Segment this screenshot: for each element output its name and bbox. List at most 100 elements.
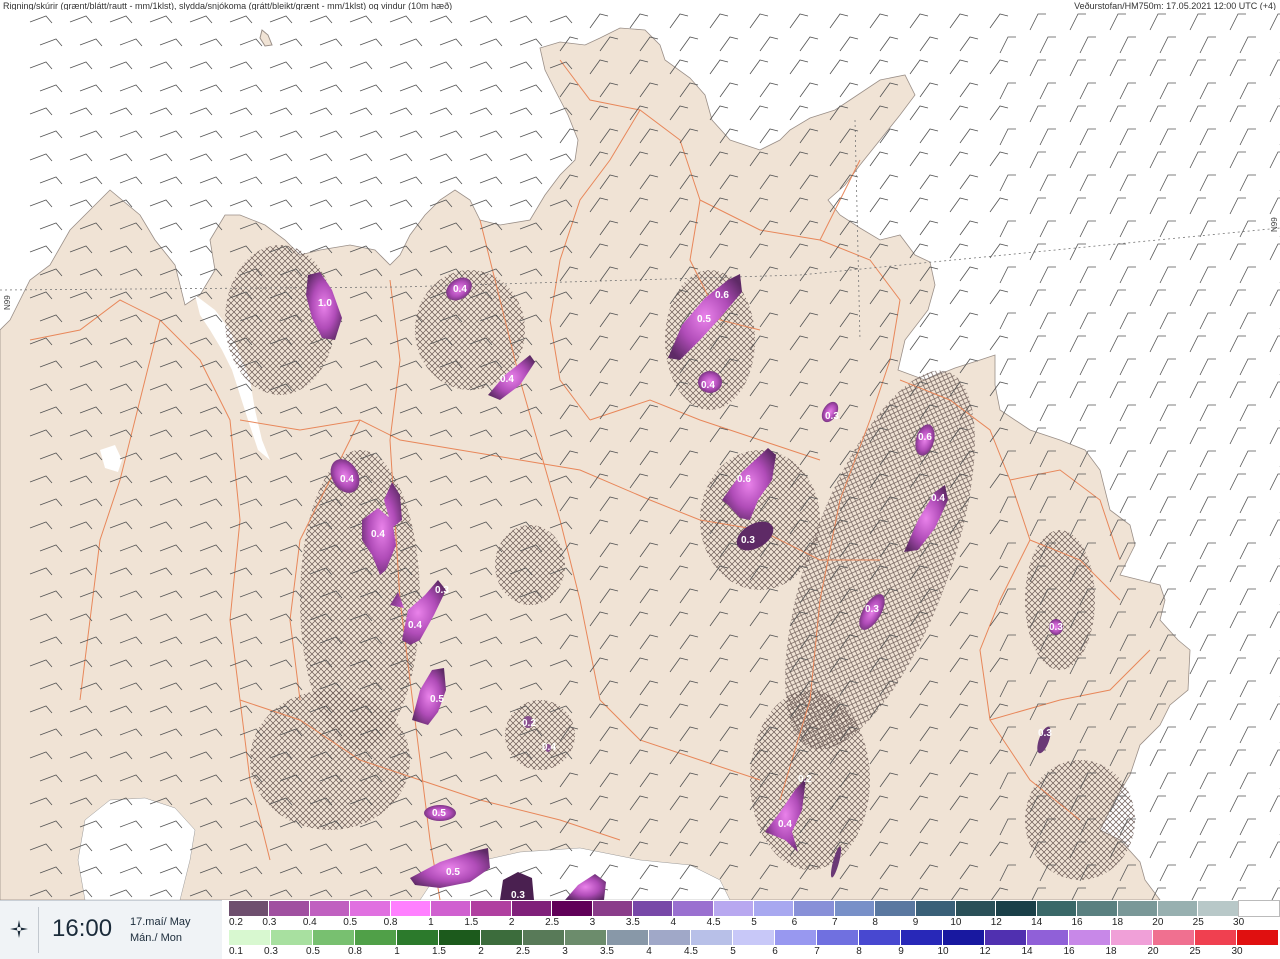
legend-sleet-label: 18 [1111, 917, 1124, 928]
legend-sleet-swatch [956, 901, 997, 916]
legend-rain-swatch [397, 930, 439, 945]
legend-rain-label: 2.5 [516, 946, 530, 957]
legend-rain-swatch [313, 930, 355, 945]
legend-sleet-swatch [1198, 901, 1239, 916]
legend-rain-label: 25 [1189, 946, 1201, 957]
legend-rain-label: 9 [898, 946, 904, 957]
legend-sleet-label: 30 [1233, 917, 1245, 928]
precip-label: 0.4 [340, 474, 354, 485]
precip-label: 0.5 [446, 867, 460, 878]
legend-sleet-label: 2.5 [545, 917, 560, 928]
legend-sleet-swatch [592, 901, 633, 916]
precip-label: 0.3 [1038, 728, 1052, 739]
legend-rain-swatch [649, 930, 691, 945]
legend-rain-swatch [271, 930, 313, 945]
legend-sleet-swatch [713, 901, 755, 916]
legend-sleet-label: 1.5 [464, 917, 479, 928]
legend-rain-swatch [607, 930, 649, 945]
legend-sleet-swatch [471, 901, 512, 916]
legend-sleet-label: 20 [1152, 917, 1164, 928]
legend-rain-label: 1.5 [432, 946, 446, 957]
legend-sleet-label: 8 [872, 917, 878, 928]
legend-rain-label: 5 [730, 946, 736, 957]
precip-label: 0.2 [798, 774, 812, 785]
legend-sleet-swatch [1237, 900, 1280, 917]
legend-sleet-swatch [552, 901, 593, 916]
legend-sleet-label: 1 [428, 917, 434, 928]
legend-sleet-label: 4 [670, 917, 676, 928]
precip-label: 0.4 [701, 380, 715, 391]
legend-rain-swatch [565, 930, 607, 945]
legend-rain-swatch [1027, 930, 1069, 945]
legend-sleet-label: 7 [831, 917, 838, 928]
legend-rain-label: 12 [979, 946, 991, 957]
legend-rain-swatch [481, 930, 523, 945]
legend-rain-swatch [859, 930, 901, 945]
legend-sleet-swatch [430, 901, 472, 916]
precip-label: 0.3 [435, 585, 449, 596]
legend-sleet-swatch [309, 901, 351, 916]
legend-rain-label: 10 [937, 946, 949, 957]
legend-rain: 0.1 0.3 0.5 0.8 1 1.5 2 2.5 3 3.5 4 4.5 5 6 7 8 9 10 12 14 1… [229, 930, 1279, 957]
legend-rain-label: 3.5 [600, 946, 614, 957]
forecast-time: 16:00 [52, 915, 113, 942]
legend-sleet-label: 0.8 [383, 917, 398, 928]
legend-rain-label: 6 [772, 946, 778, 957]
precip-label: 0.6 [737, 474, 751, 485]
legend-rain-label: 1 [394, 946, 400, 957]
latitude-label-left: N99 [3, 295, 12, 310]
precip-label: 0.3 [741, 535, 755, 546]
legend-sleet-swatch [794, 901, 835, 916]
latitude-label-right: N99 [1270, 217, 1279, 232]
legend-rain-swatch [985, 930, 1027, 945]
legend-rain-label: 7 [814, 946, 820, 957]
legend-rain-swatch [901, 930, 943, 945]
legend-sleet-label: 0.5 [343, 917, 358, 928]
legend-sleet-label: 4.5 [706, 917, 721, 928]
legend-rain-label: 0.8 [348, 946, 362, 957]
time-divider [38, 907, 39, 953]
legend-rain-swatch [1195, 930, 1237, 945]
precip-label: 0.3 [1049, 622, 1063, 633]
legend-sleet-label: 3.5 [625, 917, 640, 928]
legend-rain-swatch [1111, 930, 1153, 945]
precip-label: 0.4 [931, 493, 945, 504]
legend-rain-swatch [817, 930, 859, 945]
legend-sleet-swatch [1036, 901, 1078, 916]
legend-sleet-label: 9 [912, 917, 919, 928]
legend-rain-label: 30 [1231, 946, 1243, 957]
legend-rain-label: 0.5 [306, 946, 320, 957]
precip-label: 0.4 [500, 374, 514, 385]
legend-rain-label: 4 [646, 946, 652, 957]
legend-rain-swatch [1153, 930, 1195, 945]
legend-sleet-label: 5 [751, 917, 757, 928]
clock-icon[interactable] [8, 918, 30, 940]
legend-sleet-swatch [350, 901, 391, 916]
legend-rain-swatch [355, 930, 397, 945]
legend-rain-swatch [1069, 930, 1111, 945]
legend-rain-label: 16 [1063, 946, 1075, 957]
legend-rain-label: 18 [1105, 946, 1117, 957]
precip-label: 0.5 [430, 694, 444, 705]
glacier-ice [77, 797, 196, 900]
precip-label: 0.3 [825, 411, 839, 422]
precip-label: 0.6 [715, 290, 729, 301]
precip-label: 0.4 [778, 819, 792, 830]
weather-map[interactable]: 1.0 0.4 0.4 0.4 0.4 0.3 0.4 0.5 0.5 0.5 … [0, 0, 1280, 900]
legend-rain-label: 2 [478, 946, 484, 957]
legend-rain-label: 0.1 [229, 946, 243, 957]
precip-label: 0.4 [408, 620, 422, 631]
legend-rain-swatch [229, 930, 271, 945]
legend-sleet-swatch [390, 901, 431, 916]
legend-rain-swatch [775, 930, 817, 945]
legend-sleet-swatch [915, 901, 957, 916]
legend-rain-label: 0.3 [264, 946, 278, 957]
precip-label: 0.5 [432, 808, 446, 819]
precip-label: 0.4 [542, 742, 556, 753]
footer: 16:00 17.maí/ May Mán./ Mon 0.2 0.3 0.4 0.5… [0, 900, 1280, 959]
legend-sleet-swatch [754, 901, 795, 916]
legend-sleet-label: 16 [1071, 917, 1083, 928]
legend-sleet-swatch [1157, 901, 1199, 916]
forecast-weekday: Mán./ Mon [130, 932, 182, 944]
legend-sleet-swatch [875, 901, 916, 916]
